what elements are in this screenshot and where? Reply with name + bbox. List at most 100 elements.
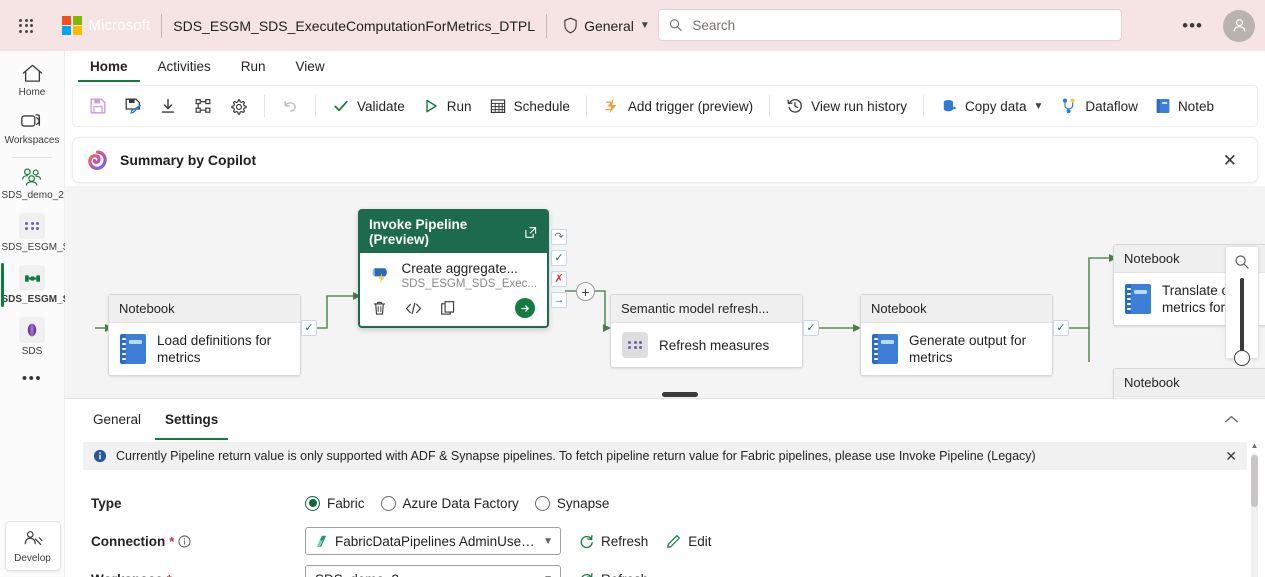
search-box[interactable] — [658, 9, 1122, 41]
info-close-button[interactable]: ✕ — [1225, 449, 1237, 463]
on-success-badge[interactable]: ✓ — [551, 250, 567, 266]
download-button[interactable] — [151, 92, 185, 120]
header-more-button[interactable]: ••• — [1174, 15, 1211, 36]
add-trigger-button[interactable]: Add trigger (preview) — [595, 92, 761, 120]
validate-button[interactable]: Validate — [324, 92, 413, 120]
copy-data-button[interactable]: Copy data ▼ — [932, 92, 1051, 120]
ribbon-divider-5 — [923, 95, 924, 117]
add-activity-button[interactable]: + — [576, 282, 595, 301]
scroll-up-arrow-icon[interactable]: ▲ — [1250, 441, 1259, 450]
dataflow-button[interactable]: Dataflow — [1052, 92, 1146, 120]
copy-icon — [440, 300, 456, 316]
app-launcher-button[interactable] — [8, 8, 44, 44]
ribbon-tabs: Home Activities Run View — [65, 51, 1265, 82]
sidebar-more-button[interactable]: ••• — [22, 363, 42, 394]
connection-refresh-link[interactable]: Refresh — [579, 534, 648, 549]
chevron-down-icon: ▼ — [640, 20, 650, 31]
on-completion-badge[interactable]: → — [551, 292, 567, 308]
zoom-slider-track[interactable] — [1240, 278, 1244, 358]
activity-node-load-definitions[interactable]: Notebook Load definitions for metrics — [108, 294, 301, 376]
zoom-slider-thumb[interactable] — [1234, 350, 1250, 366]
on-skip-badge[interactable]: ↷ — [551, 229, 567, 245]
copilot-close-button[interactable]: ✕ — [1217, 150, 1243, 171]
download-icon — [159, 97, 177, 115]
view-code-button[interactable] — [405, 301, 422, 316]
tab-activities[interactable]: Activities — [146, 55, 223, 82]
microsoft-logo[interactable]: Microsoft — [62, 16, 150, 36]
canvas-zoom-control[interactable] — [1225, 246, 1259, 359]
trash-icon — [372, 300, 387, 316]
info-circle-icon[interactable] — [178, 535, 191, 548]
activity-node-invoke-pipeline[interactable]: Invoke Pipeline (Preview) — [358, 209, 549, 328]
sidebar-item-sds-demo-2[interactable]: SDS_demo_2 — [1, 160, 64, 207]
undo-button[interactable] — [273, 92, 307, 120]
semantic-model-icon — [19, 317, 45, 343]
activity-node-type: Semantic model refresh... — [611, 295, 802, 323]
pipeline-canvas[interactable]: Notebook Load definitions for metrics ✓ … — [65, 186, 1265, 398]
run-button[interactable]: Run — [414, 92, 480, 120]
copilot-summary-title: Summary by Copilot — [120, 152, 256, 168]
info-icon — [93, 449, 107, 463]
tab-view[interactable]: View — [284, 55, 337, 82]
chevron-up-icon — [1224, 415, 1239, 424]
on-success-badge[interactable]: ✓ — [803, 320, 819, 336]
delete-activity-button[interactable] — [372, 300, 387, 316]
activity-node-actions — [360, 296, 547, 326]
clone-activity-button[interactable] — [440, 300, 456, 316]
workspace-dropdown[interactable]: SDS_demo_2 ▼ — [305, 565, 561, 577]
workspace-badge[interactable]: General ▼ — [558, 14, 655, 37]
panel-resize-handle[interactable] — [662, 392, 698, 397]
tab-home[interactable]: Home — [78, 55, 140, 82]
panel-collapse-button[interactable] — [1224, 411, 1239, 429]
settings-button[interactable] — [221, 92, 256, 121]
document-title: SDS_ESGM_SDS_ExecuteComputationForMetric… — [173, 18, 535, 34]
radio-azure-data-factory[interactable]: Azure Data Factory — [381, 496, 519, 511]
save-button[interactable] — [81, 92, 115, 120]
save-as-button[interactable] — [116, 92, 150, 120]
panel-tabs: General Settings — [65, 399, 1265, 442]
run-activity-button[interactable] — [515, 298, 535, 318]
schedule-button[interactable]: Schedule — [481, 92, 578, 120]
people-icon — [20, 166, 44, 187]
open-in-new-icon[interactable] — [524, 225, 538, 240]
connection-edit-link[interactable]: Edit — [666, 534, 711, 549]
sidebar-item-pipeline[interactable]: SDS_ESGM_SDS_Exec... — [1, 259, 64, 311]
radio-synapse[interactable]: Synapse — [535, 496, 610, 511]
develop-button[interactable]: Develop — [5, 521, 61, 571]
ribbon-divider-2 — [315, 95, 316, 117]
search-icon[interactable] — [1234, 254, 1250, 270]
search-input[interactable] — [690, 17, 1111, 34]
sidebar-item-sds[interactable]: SDS — [1, 311, 64, 363]
activity-node-semantic-refresh[interactable]: Semantic model refresh... Refresh measur… — [610, 294, 803, 368]
microsoft-logo-icon — [62, 16, 82, 36]
activity-node-generate-output[interactable]: Notebook Generate output for metrics — [860, 294, 1053, 376]
tab-settings[interactable]: Settings — [155, 402, 228, 440]
copy-data-icon — [940, 97, 958, 115]
on-success-badge[interactable]: ✓ — [1053, 320, 1069, 336]
play-icon — [422, 97, 440, 115]
panel-scrollbar[interactable]: ▲ ▼ — [1250, 441, 1259, 577]
copilot-summary-bar: Summary by Copilot ✕ — [72, 137, 1258, 183]
notebook-button[interactable]: Noteb — [1147, 92, 1222, 120]
tab-run[interactable]: Run — [229, 55, 278, 82]
on-success-badge[interactable]: ✓ — [301, 320, 317, 336]
connection-dropdown[interactable]: FabricDataPipelines AdminUser01 ▼ — [305, 527, 561, 555]
sidebar-item-workspaces[interactable]: Workspaces — [1, 104, 64, 152]
activity-node-partial[interactable]: Notebook — [1113, 368, 1265, 398]
radio-fabric[interactable]: Fabric — [305, 496, 365, 511]
share-button[interactable] — [186, 92, 220, 120]
calendar-icon — [489, 97, 507, 115]
view-run-history-button[interactable]: View run history — [778, 92, 915, 120]
sidebar-item-home[interactable]: Home — [1, 57, 64, 104]
tab-general[interactable]: General — [83, 402, 151, 440]
invoke-pipeline-icon — [370, 261, 392, 289]
workspace-refresh-link[interactable]: Refresh — [579, 572, 648, 577]
copilot-icon — [87, 150, 108, 171]
notebook-icon — [1155, 97, 1171, 115]
avatar[interactable] — [1223, 10, 1255, 42]
brand-label: Microsoft — [89, 17, 151, 34]
on-fail-badge[interactable]: ✗ — [551, 271, 567, 287]
panel-scrollbar-thumb[interactable] — [1251, 455, 1258, 507]
sidebar-item-label: SDS_ESGM_SDS_Exec... — [2, 294, 63, 306]
sidebar-item-dataset[interactable]: SDS_ESGM_SDS_Datas... — [1, 207, 64, 259]
